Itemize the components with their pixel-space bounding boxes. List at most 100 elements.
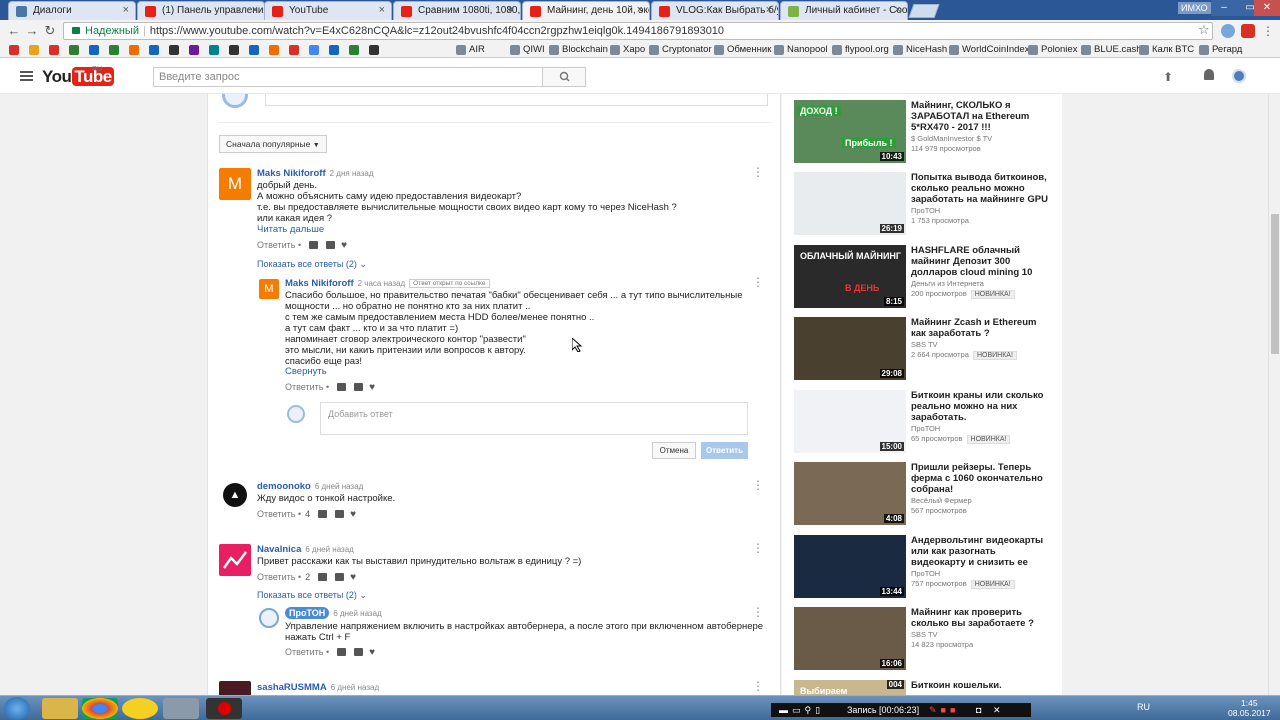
tab-close-icon[interactable]: × <box>508 4 514 16</box>
comment-author[interactable]: sashaRUSMMA <box>257 682 327 693</box>
like-icon[interactable] <box>318 510 328 518</box>
bookmark-favicon-icon[interactable] <box>169 45 179 55</box>
video-title[interactable]: Биткоин краны или сколько реально можно … <box>911 390 1053 423</box>
forward-icon[interactable]: → <box>24 23 40 39</box>
like-icon[interactable] <box>309 241 319 249</box>
like-icon[interactable] <box>337 383 347 391</box>
comment-time[interactable]: 6 дней назад <box>315 482 363 491</box>
tab-close-icon[interactable]: × <box>123 4 129 16</box>
dislike-icon[interactable] <box>354 648 364 656</box>
video-channel[interactable]: ПроТОН <box>911 206 940 215</box>
related-video-item[interactable]: 16:06 Майнинг как проверить сколько вы за… <box>794 607 1054 671</box>
tab-close-icon[interactable]: × <box>252 4 258 16</box>
heart-icon[interactable]: ♥ <box>369 382 375 393</box>
bookmark-item[interactable]: QIWI <box>523 44 545 55</box>
bookmark-star-icon[interactable]: ☆ <box>1198 22 1210 38</box>
bookmark-item[interactable]: Cryptonator <box>662 44 712 55</box>
comment-author[interactable]: Maks Nikiforoff <box>257 168 326 179</box>
comment-time[interactable]: 2 дня назад <box>330 169 374 178</box>
comment-author[interactable]: Maks Nikiforoff <box>285 278 354 289</box>
back-icon[interactable]: ← <box>6 23 22 39</box>
minimize-button[interactable]: – <box>1211 0 1237 16</box>
browser-tab[interactable]: VLOG:Как Выбрать б/у к × <box>651 1 779 20</box>
more-options-icon[interactable]: ⋮ <box>752 166 764 178</box>
video-channel[interactable]: Весёлый Фермер <box>911 496 972 505</box>
notifications-bell-icon[interactable] <box>1204 69 1214 80</box>
video-thumbnail[interactable]: ДОХОД ! Прибыль ! 10:43 <box>794 100 906 163</box>
video-channel[interactable]: SBS TV <box>911 630 938 639</box>
sort-dropdown[interactable]: Сначала популярные ▼ <box>219 135 327 153</box>
video-channel[interactable]: Деньги из Интернета <box>911 279 984 288</box>
video-thumbnail[interactable]: 4:08 <box>794 462 906 525</box>
tab-close-icon[interactable]: × <box>766 4 772 16</box>
page-scrollbar[interactable] <box>1268 94 1280 695</box>
tab-close-icon[interactable]: × <box>379 4 385 16</box>
browser-tab[interactable]: YouTube × <box>264 1 392 20</box>
address-bar[interactable]: Надежный | https://www.youtube.com/watch?v… <box>63 22 1213 40</box>
more-options-icon[interactable]: ⋮ <box>752 606 764 618</box>
video-thumbnail[interactable]: 29:08 <box>794 317 906 380</box>
browser-profile-label[interactable]: ИМХО <box>1178 2 1211 14</box>
bookmark-item[interactable]: Poloniex <box>1041 44 1077 55</box>
bookmark-item[interactable]: Обменник <box>727 44 771 55</box>
related-video-item[interactable]: 13:44 Андервольтинг видеокарты или как ра… <box>794 535 1054 599</box>
comment-author[interactable]: demoonoko <box>257 481 311 492</box>
comment-author[interactable]: Navalnica <box>257 544 301 555</box>
heart-icon[interactable]: ♥ <box>369 647 375 658</box>
collapse-link[interactable]: Свернуть <box>285 366 327 377</box>
video-channel[interactable]: SBS TV <box>911 340 938 349</box>
video-channel[interactable]: ПроТОН <box>911 569 940 578</box>
reply-button[interactable]: Ответить <box>257 240 295 250</box>
extension-badge-icon[interactable] <box>1241 24 1255 38</box>
bookmark-favicon-icon[interactable] <box>309 45 319 55</box>
reload-icon[interactable]: ↻ <box>42 23 58 39</box>
related-video-item[interactable]: 29:08 Майнинг Zcash и Ethereum как зарабо… <box>794 317 1054 381</box>
browser-tab[interactable]: Майнинг, день 10й, эксп × <box>522 1 650 20</box>
bookmark-favicon-icon[interactable] <box>69 45 79 55</box>
tab-close-icon[interactable]: × <box>895 4 901 16</box>
comment-time[interactable]: 6 дней назад <box>333 609 381 618</box>
video-channel[interactable]: ПроТОН <box>911 424 940 433</box>
avatar[interactable]: M <box>259 279 279 299</box>
bookmark-item[interactable]: Nanopool <box>787 44 828 55</box>
heart-icon[interactable]: ♥ <box>341 240 347 251</box>
bookmark-favicon-icon[interactable] <box>349 45 359 55</box>
bookmark-item[interactable]: Xapo <box>623 44 645 55</box>
youtube-logo[interactable]: You Tube <box>42 67 114 87</box>
video-thumbnail[interactable]: 13:44 <box>794 535 906 598</box>
related-video-item[interactable]: 15:00 Биткоин краны или сколько реально м… <box>794 390 1054 454</box>
bookmark-favicon-icon[interactable] <box>369 45 379 55</box>
related-video-item[interactable]: 26:19 Попытка вывода биткоинов, сколько р… <box>794 172 1054 236</box>
bookmark-favicon-icon[interactable] <box>109 45 119 55</box>
search-button[interactable] <box>542 67 586 87</box>
related-video-item[interactable]: 4:08 Пришли рейзеры. Теперь ферма с 1060 … <box>794 462 1054 526</box>
browser-tab[interactable]: (1) Панель управления в× <box>137 1 265 20</box>
bookmark-item[interactable]: AIR <box>469 44 485 55</box>
video-title[interactable]: Майнинг как проверить сколько вы заработ… <box>911 607 1053 629</box>
like-icon[interactable] <box>337 648 347 656</box>
start-button[interactable] <box>4 697 30 720</box>
video-thumbnail[interactable]: 26:19 <box>794 172 906 235</box>
system-clock[interactable]: 1:45 08.05.2017 <box>1228 698 1271 718</box>
chrome-taskbar-icon[interactable] <box>82 698 118 719</box>
recorder-camera-icon[interactable]: ◘ <box>976 703 981 717</box>
video-title[interactable]: Пришли рейзеры. Теперь ферма с 1060 окон… <box>911 462 1053 495</box>
show-replies-link[interactable]: Показать все ответы (2) ⌄ <box>257 590 367 601</box>
bookmark-favicon-icon[interactable] <box>149 45 159 55</box>
close-window-button[interactable]: ✕ <box>1254 0 1280 16</box>
bookmark-favicon-icon[interactable] <box>49 45 59 55</box>
read-more-link[interactable]: Читать дальше <box>257 224 324 235</box>
video-title[interactable]: Попытка вывода биткоинов, сколько реальн… <box>911 172 1053 205</box>
dislike-icon[interactable] <box>335 573 345 581</box>
reply-button[interactable]: Ответить <box>285 382 323 392</box>
comment-time[interactable]: 6 дней назад <box>305 545 353 554</box>
upload-icon[interactable]: ⬆ <box>1163 70 1173 84</box>
avatar[interactable]: M <box>219 168 251 200</box>
guide-menu-icon[interactable] <box>20 71 33 81</box>
video-thumbnail[interactable]: ОБЛАЧНЫЙ МАЙНИНГ В ДЕНЬ 8:15 <box>794 245 906 308</box>
reply-button[interactable]: Ответить <box>257 509 295 519</box>
related-video-item[interactable]: ДОХОД ! Прибыль ! 10:43 Майнинг, СКОЛЬКО я … <box>794 100 1054 164</box>
bookmark-item[interactable]: Blockchain <box>562 44 608 55</box>
language-indicator[interactable]: RU <box>1137 702 1150 712</box>
bookmark-favicon-icon[interactable] <box>9 45 19 55</box>
